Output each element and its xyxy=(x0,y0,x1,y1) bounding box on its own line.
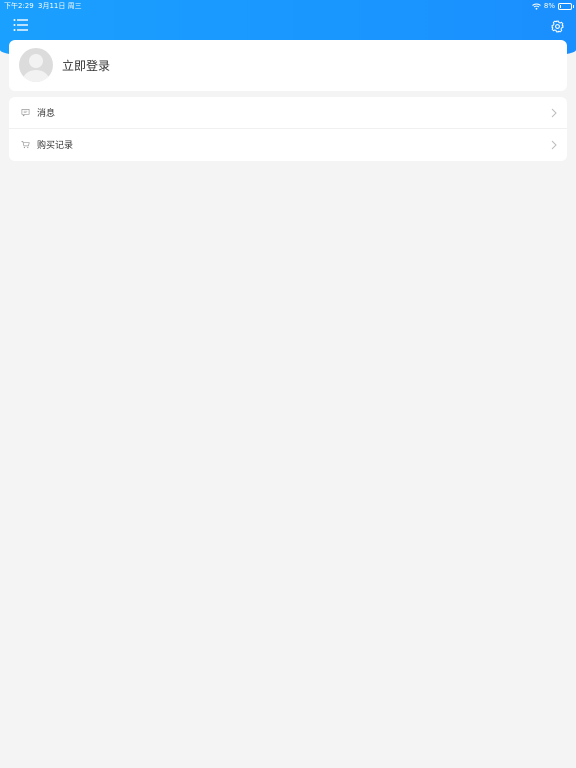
menu-item-purchase-history[interactable]: 购买记录 xyxy=(9,129,567,161)
message-icon xyxy=(21,108,30,117)
status-bar: 下午2:29 3月11日 周三 8% xyxy=(0,0,576,12)
default-avatar-icon[interactable] xyxy=(19,48,53,82)
status-date: 3月11日 周三 xyxy=(38,2,82,10)
settings-button[interactable] xyxy=(551,18,564,33)
chevron-right-icon xyxy=(551,108,557,118)
menu-item-messages[interactable]: 消息 xyxy=(9,97,567,129)
list-icon xyxy=(13,19,28,31)
profile-card[interactable]: 立即登录 xyxy=(9,40,567,91)
gear-icon xyxy=(551,20,564,33)
menu-item-label: 购买记录 xyxy=(37,141,74,151)
login-link[interactable]: 立即登录 xyxy=(62,57,110,74)
battery-percent: 8% xyxy=(543,2,555,10)
avatar-body xyxy=(23,70,49,82)
battery-fill xyxy=(560,5,561,8)
menu-item-label: 消息 xyxy=(37,109,56,119)
status-right: 8% xyxy=(532,0,574,12)
avatar-head xyxy=(29,54,43,68)
battery-icon xyxy=(558,3,574,10)
menu-list: 消息 购买记录 xyxy=(9,97,567,161)
chevron-right-icon xyxy=(551,140,557,150)
status-time: 下午2:29 xyxy=(4,2,34,10)
cart-icon xyxy=(21,140,30,149)
menu-button[interactable] xyxy=(13,17,29,31)
wifi-icon xyxy=(532,3,541,10)
